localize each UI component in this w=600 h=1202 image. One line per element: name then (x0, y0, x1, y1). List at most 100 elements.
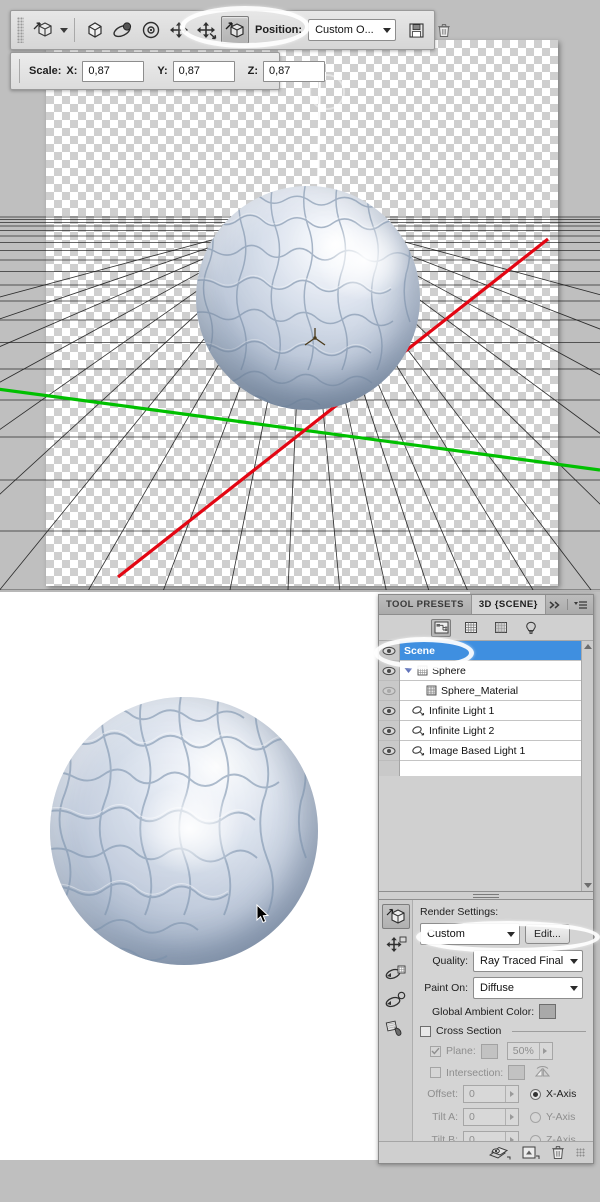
tab-tool-presets[interactable]: TOOL PRESETS (379, 595, 472, 614)
scale-z-input[interactable]: 0,87 (263, 61, 325, 82)
visibility-toggle[interactable] (379, 721, 399, 741)
tree-item-infinite-light-2[interactable]: Infinite Light 2 (400, 721, 581, 741)
rotate-3d-object-button[interactable] (81, 16, 109, 44)
spinner-arrow-icon[interactable] (505, 1109, 517, 1125)
tab-3d-scene[interactable]: 3D {SCENE} (472, 595, 546, 614)
z-axis-radio[interactable] (530, 1135, 541, 1142)
panel-resize-grip[interactable] (576, 1148, 585, 1157)
scene-filter-bar[interactable] (379, 615, 593, 641)
render-preset-row[interactable]: Custom Edit... (420, 923, 586, 945)
scale-3d-object-button[interactable] (221, 16, 249, 44)
materials-settings-tool[interactable] (382, 960, 410, 985)
scene-tree-rows[interactable]: Scene Sphere (400, 641, 581, 776)
tilt-a-input[interactable]: 0 (463, 1108, 519, 1126)
visibility-toggle[interactable] (379, 661, 399, 681)
section-divider (512, 1031, 586, 1032)
panel-splitter[interactable] (379, 891, 593, 900)
offset-input[interactable]: 0 (463, 1085, 519, 1103)
plane-row[interactable]: Plane: 50% (420, 1042, 586, 1060)
plane-color-swatch[interactable] (481, 1044, 498, 1059)
expander-triangle-icon[interactable] (404, 667, 413, 674)
scene-tree[interactable]: Scene Sphere (379, 641, 593, 776)
render-settings-section[interactable]: Render Settings: Custom Edit... Quality:… (379, 900, 593, 1141)
tree-scrollbar-lower[interactable] (581, 776, 593, 891)
viewport-puzzle-sphere[interactable] (196, 186, 420, 410)
scroll-down-arrow-icon[interactable] (584, 883, 592, 888)
intersection-row[interactable]: Intersection: (420, 1065, 586, 1080)
slide-3d-object-button[interactable] (165, 16, 193, 44)
save-position-button[interactable] (402, 16, 430, 44)
y-axis-radio[interactable] (530, 1112, 541, 1123)
tree-item-sphere-material[interactable]: Sphere_Material (400, 681, 581, 701)
delete-icon[interactable] (551, 1145, 565, 1160)
pan-3d-object-button[interactable] (193, 16, 221, 44)
filter-materials-button[interactable] (491, 619, 511, 637)
delete-position-button[interactable] (430, 16, 458, 44)
intersection-checkbox[interactable] (430, 1067, 441, 1078)
cross-section-checkbox[interactable] (420, 1026, 431, 1037)
panel-menu-icon[interactable] (573, 600, 588, 610)
tree-item-image-based-light-1[interactable]: Image Based Light 1 (400, 741, 581, 761)
visibility-toggle[interactable] (379, 701, 399, 721)
scale-options-bar[interactable]: Scale: X: 0,87 Y: 0,87 Z: 0,87 (10, 52, 280, 90)
tree-item-sphere[interactable]: Sphere (400, 661, 581, 681)
edit-render-settings-button[interactable]: Edit... (525, 924, 570, 944)
spinner-arrow-icon[interactable] (505, 1086, 517, 1102)
render-preset-dropdown[interactable]: Custom (420, 923, 520, 945)
scale-y-input[interactable]: 0,87 (173, 61, 235, 82)
paint-settings-tool[interactable] (382, 1016, 410, 1041)
visibility-toggle[interactable] (379, 741, 399, 761)
tree-scrollbar[interactable] (581, 641, 593, 776)
visibility-column[interactable] (379, 641, 400, 776)
panel-tab-bar[interactable]: TOOL PRESETS 3D {SCENE} (379, 595, 593, 615)
plane-opacity-input[interactable]: 50% (507, 1042, 553, 1060)
scroll-up-arrow-icon[interactable] (584, 644, 592, 649)
paint-on-dropdown[interactable]: Diffuse (473, 977, 583, 999)
3d-panel[interactable]: TOOL PRESETS 3D {SCENE} (378, 594, 594, 1164)
toolbar-grip-icon[interactable] (17, 17, 24, 43)
global-ambient-color-swatch[interactable] (539, 1004, 556, 1019)
mesh-icon (417, 665, 428, 676)
new-light-icon[interactable] (522, 1146, 540, 1160)
3d-panel-side-tools[interactable] (379, 900, 413, 1141)
scale-x-input[interactable]: 0,87 (82, 61, 144, 82)
double-chevron-right-icon[interactable] (548, 600, 562, 610)
tilt-b-input[interactable]: 0 (463, 1131, 519, 1141)
tree-item-scene[interactable]: Scene (400, 641, 581, 661)
roll-3d-object-button[interactable] (109, 16, 137, 44)
flip-cross-section-icon[interactable] (534, 1065, 551, 1080)
intersection-color-swatch[interactable] (508, 1065, 525, 1080)
global-ambient-row[interactable]: Global Ambient Color: (420, 1004, 586, 1019)
quality-row[interactable]: Quality: Ray Traced Final (420, 950, 586, 972)
light-bulb-icon (525, 621, 537, 635)
rendered-puzzle-sphere[interactable] (50, 697, 318, 965)
lights-settings-tool[interactable] (382, 988, 410, 1013)
3d-tool-options-bar[interactable]: Position: Custom O... (10, 10, 435, 50)
offset-row[interactable]: Offset: 0 X-Axis (420, 1085, 586, 1103)
tilt-a-row[interactable]: Tilt A: 0 Y-Axis (420, 1108, 586, 1126)
paint-on-row[interactable]: Paint On: Diffuse (420, 977, 586, 999)
mesh-settings-tool[interactable] (382, 932, 410, 957)
light-settings-icon (385, 991, 407, 1010)
toggle-ground-plane-icon[interactable] (489, 1146, 511, 1160)
quality-dropdown[interactable]: Ray Traced Final (473, 950, 583, 972)
spinner-arrow-icon[interactable] (539, 1043, 551, 1059)
3d-object-tool-button[interactable] (29, 16, 57, 44)
x-axis-radio[interactable] (530, 1089, 541, 1100)
plane-checkbox[interactable] (430, 1046, 441, 1057)
cross-section-row[interactable]: Cross Section (420, 1025, 586, 1037)
tree-item-infinite-light-1[interactable]: Infinite Light 1 (400, 701, 581, 721)
visibility-toggle[interactable] (379, 641, 399, 661)
visibility-toggle[interactable] (379, 681, 399, 701)
3d-tool-dropdown-icon[interactable] (60, 28, 68, 33)
drag-3d-object-button[interactable] (137, 16, 165, 44)
render-settings-body[interactable]: Render Settings: Custom Edit... Quality:… (413, 900, 593, 1141)
filter-lights-button[interactable] (521, 619, 541, 637)
position-dropdown[interactable]: Custom O... (308, 19, 396, 41)
3d-panel-footer[interactable] (379, 1141, 593, 1163)
filter-meshes-button[interactable] (461, 619, 481, 637)
scene-settings-tool[interactable] (382, 904, 410, 929)
filter-whole-scene-button[interactable] (431, 619, 451, 637)
spinner-arrow-icon[interactable] (505, 1132, 517, 1141)
tilt-b-row[interactable]: Tilt B: 0 Z-Axis (420, 1131, 586, 1141)
